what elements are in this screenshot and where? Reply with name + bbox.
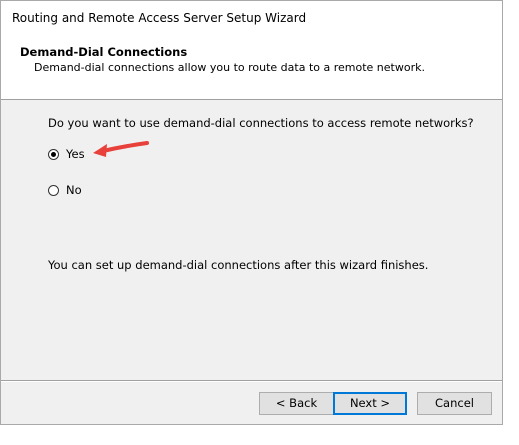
annotation-arrow-icon <box>93 141 149 157</box>
radio-no-indicator[interactable] <box>48 184 59 196</box>
back-button[interactable]: < Back <box>259 392 334 415</box>
radio-yes-indicator[interactable] <box>48 148 59 160</box>
page-subheading: Demand-dial connections allow you to rou… <box>34 61 425 74</box>
window-title: Routing and Remote Access Server Setup W… <box>12 11 307 25</box>
wizard-body: Do you want to use demand-dial connectio… <box>1 100 502 379</box>
radio-yes[interactable]: Yes <box>48 147 85 161</box>
radio-yes-label[interactable]: Yes <box>66 147 85 161</box>
cancel-button[interactable]: Cancel <box>417 392 492 415</box>
question-label: Do you want to use demand-dial connectio… <box>48 116 474 130</box>
radio-no-label[interactable]: No <box>66 183 82 197</box>
footer-divider <box>1 380 502 382</box>
next-button[interactable]: Next > <box>333 392 407 415</box>
wizard-window: Routing and Remote Access Server Setup W… <box>0 0 503 425</box>
title-bar: Routing and Remote Access Server Setup W… <box>1 1 502 35</box>
info-text: You can set up demand-dial connections a… <box>48 258 429 272</box>
page-heading: Demand-Dial Connections <box>20 45 188 59</box>
radio-no[interactable]: No <box>48 183 82 197</box>
wizard-header: Demand-Dial Connections Demand-dial conn… <box>1 35 502 100</box>
